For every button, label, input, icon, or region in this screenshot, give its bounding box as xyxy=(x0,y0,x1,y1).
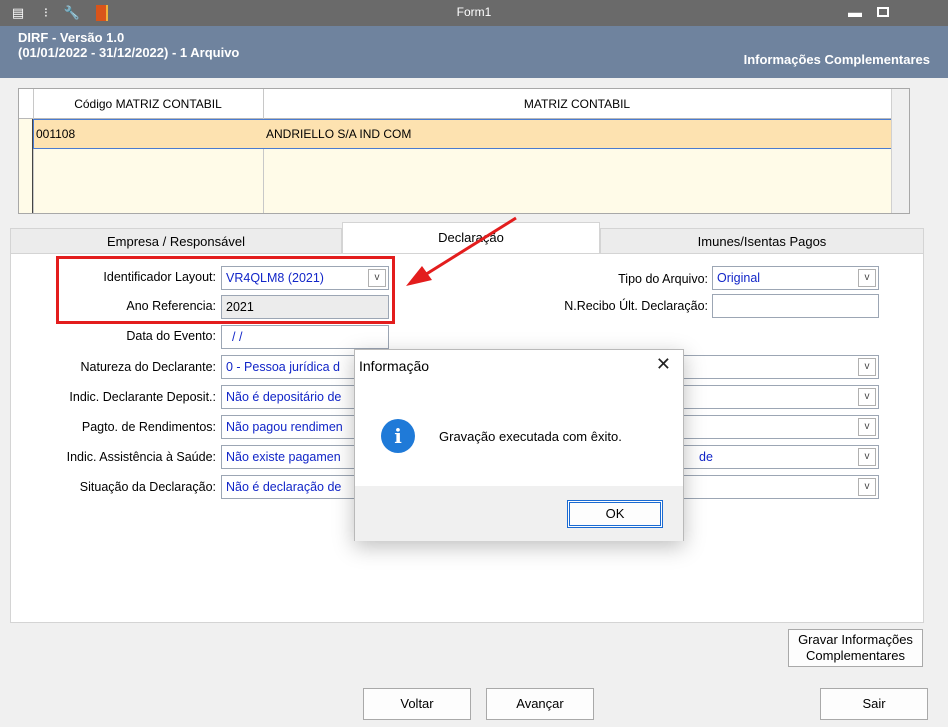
chevron-down-icon[interactable]: v xyxy=(858,448,876,466)
chevron-down-icon[interactable]: v xyxy=(858,358,876,376)
restore-icon[interactable] xyxy=(872,3,894,21)
table-row[interactable]: 001108 ANDRIELLO S/A IND COM xyxy=(33,119,909,149)
label-tipo-arquivo: Tipo do Arquivo: xyxy=(618,272,708,286)
gravar-informacoes-button[interactable]: Gravar Informações Complementares xyxy=(788,629,923,667)
tipo-arquivo-value: Original xyxy=(717,271,761,285)
label-n-recibo: N.Recibo Últ. Declaração: xyxy=(564,299,708,313)
avancar-button[interactable]: Avançar xyxy=(486,688,594,720)
info-dialog: Informação ✕ i Gravação executada com êx… xyxy=(354,349,684,541)
chevron-down-icon[interactable]: v xyxy=(858,269,876,287)
situacao-declaracao-value: Não é declaração de xyxy=(226,480,342,494)
indic-depositario-value: Não é depositário de xyxy=(226,390,342,404)
indic-saude-value: Não existe pagamen xyxy=(226,450,341,464)
period-label: (01/01/2022 - 31/12/2022) - 1 Arquivo xyxy=(18,45,240,60)
label-data-evento: Data do Evento: xyxy=(126,329,216,343)
label-pagto-rendimentos: Pagto. de Rendimentos: xyxy=(81,420,216,434)
section-title: Informações Complementares xyxy=(743,52,930,67)
sair-button[interactable]: Sair xyxy=(820,688,928,720)
grid-header: Código MATRIZ CONTABIL MATRIZ CONTABIL xyxy=(19,89,909,119)
column-header-matriz[interactable]: MATRIZ CONTABIL xyxy=(263,89,891,119)
data-evento-field[interactable]: / / xyxy=(221,325,389,349)
pagto-rendimentos-value: Não pagou rendimen xyxy=(226,420,343,434)
highlight-box xyxy=(56,256,395,324)
voltar-button[interactable]: Voltar xyxy=(363,688,471,720)
label-indic-saude: Indic. Assistência à Saúde: xyxy=(66,450,216,464)
n-recibo-field[interactable] xyxy=(712,294,879,318)
window-title: Form1 xyxy=(456,5,492,19)
tipo-arquivo-select[interactable]: Original v xyxy=(712,266,879,290)
chevron-down-icon[interactable]: v xyxy=(858,388,876,406)
indic-saude-value-tail: de xyxy=(699,450,713,464)
row-indicator xyxy=(19,119,33,149)
tab-empresa-responsavel[interactable]: Empresa / Responsável xyxy=(10,228,342,254)
natureza-declarante-value: 0 - Pessoa jurídica d xyxy=(226,360,340,374)
chevron-down-icon[interactable]: v xyxy=(858,478,876,496)
tab-imunes-isentas[interactable]: Imunes/Isentas Pagos xyxy=(600,228,924,254)
ok-button[interactable]: OK xyxy=(567,500,663,528)
label-natureza-declarante: Natureza do Declarante: xyxy=(80,360,217,374)
app-header: DIRF - Versão 1.0 (01/01/2022 - 31/12/20… xyxy=(0,26,948,78)
minimize-icon[interactable]: ▬ xyxy=(844,3,866,21)
grid-column-divider xyxy=(33,89,34,213)
gravar-label-line2: Complementares xyxy=(806,648,905,663)
label-indic-depositario: Indic. Declarante Deposit.: xyxy=(69,390,216,404)
info-icon: i xyxy=(381,419,415,453)
cell-codigo: 001108 xyxy=(36,127,76,141)
window-titlebar: ▤ ⁝ 🔧 Form1 ▬ xyxy=(0,0,948,26)
grid-scrollbar[interactable] xyxy=(891,89,909,213)
app-version: DIRF - Versão 1.0 xyxy=(18,30,125,45)
dialog-title: Informação xyxy=(359,358,430,374)
close-icon[interactable]: ✕ xyxy=(656,354,671,375)
cell-matriz: ANDRIELLO S/A IND COM xyxy=(266,127,412,141)
column-header-codigo[interactable]: Código MATRIZ CONTABIL xyxy=(33,89,263,119)
grid-column-divider xyxy=(263,89,264,213)
gravar-label-line1: Gravar Informações xyxy=(798,632,913,647)
matriz-grid[interactable]: Código MATRIZ CONTABIL MATRIZ CONTABIL 0… xyxy=(18,88,910,214)
dialog-message: Gravação executada com êxito. xyxy=(439,429,622,444)
row-indicator xyxy=(19,179,33,213)
chevron-down-icon[interactable]: v xyxy=(858,418,876,436)
label-situacao-declaracao: Situação da Declaração: xyxy=(79,480,216,494)
row-indicator xyxy=(19,149,33,179)
